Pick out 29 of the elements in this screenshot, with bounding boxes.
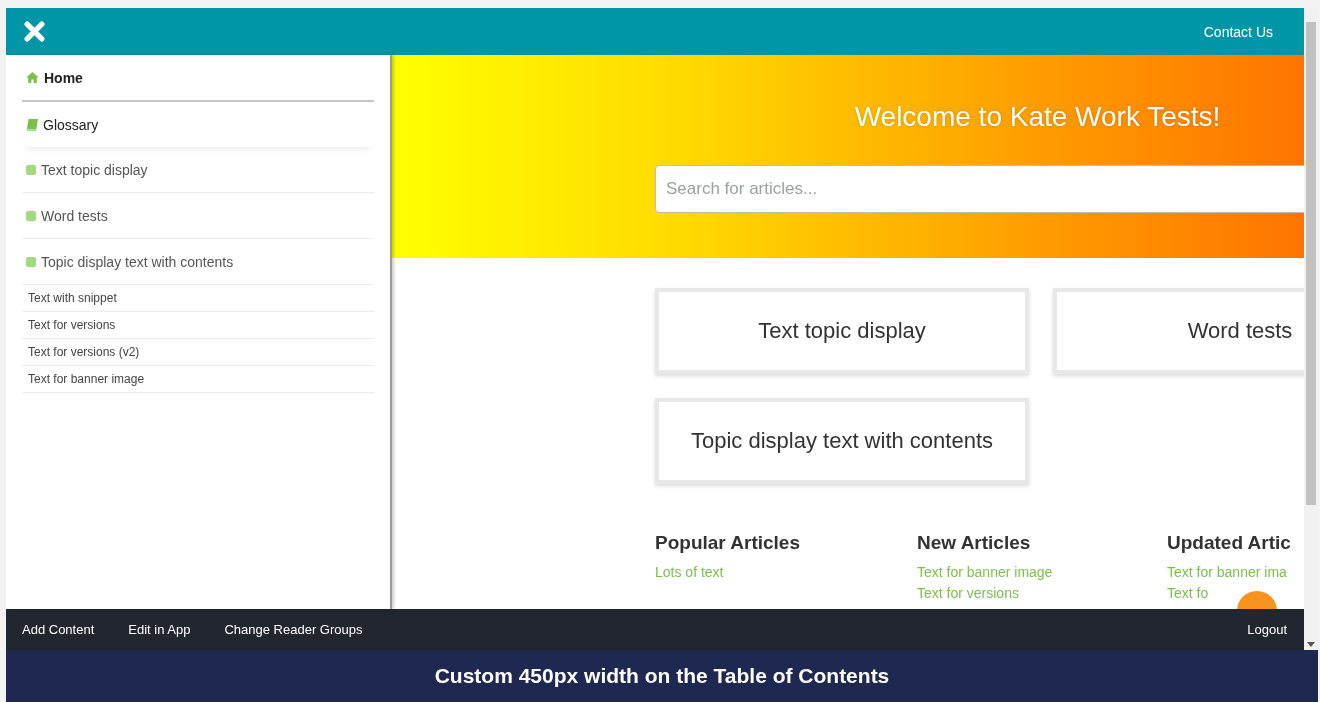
contact-link[interactable]: Contact Us [1203,23,1273,40]
banner-text: Custom 450px width on the Table of Contents [434,664,890,688]
topic-icon [26,210,36,221]
sidebar-subitem[interactable]: Text for versions [22,312,374,339]
topic-card[interactable]: Topic display text with contents [655,398,1029,484]
logout-link[interactable]: Logout [1247,622,1287,637]
article-list-heading: Popular Articles [655,532,801,554]
house-icon [26,72,39,83]
hero-title: Welcome to Kate Work Tests! [853,101,1222,133]
topic-icon [26,256,36,267]
article-list-heading: Updated Artic [1167,532,1292,554]
sidebar-item[interactable]: Text topic display [22,147,374,193]
footer-link[interactable]: Add Content [22,622,95,637]
article-list-heading: New Articles [917,532,1032,554]
scroll-down-icon[interactable] [1307,642,1315,647]
sidebar-subitem[interactable]: Text for versions (v2) [22,339,374,366]
close-icon[interactable] [24,21,45,42]
sidebar-item[interactable]: Topic display text with contents [22,239,374,285]
sidebar-item[interactable]: Word tests [22,193,374,239]
topic-card[interactable]: Text topic display [655,288,1029,374]
book-icon [26,118,38,131]
sidebar-item[interactable]: Glossary [22,102,374,147]
topic-icon [26,164,36,175]
sidebar-subitem[interactable]: Text for banner image [22,366,374,393]
footer-link[interactable]: Edit in App [128,622,191,637]
sidebar-item[interactable]: Home [22,55,374,102]
search-field[interactable]: Search for articles... [655,165,1304,213]
footer-link[interactable]: Change Reader Groups [224,622,363,637]
sidebar-subitem[interactable]: Text with snippet [22,285,374,312]
